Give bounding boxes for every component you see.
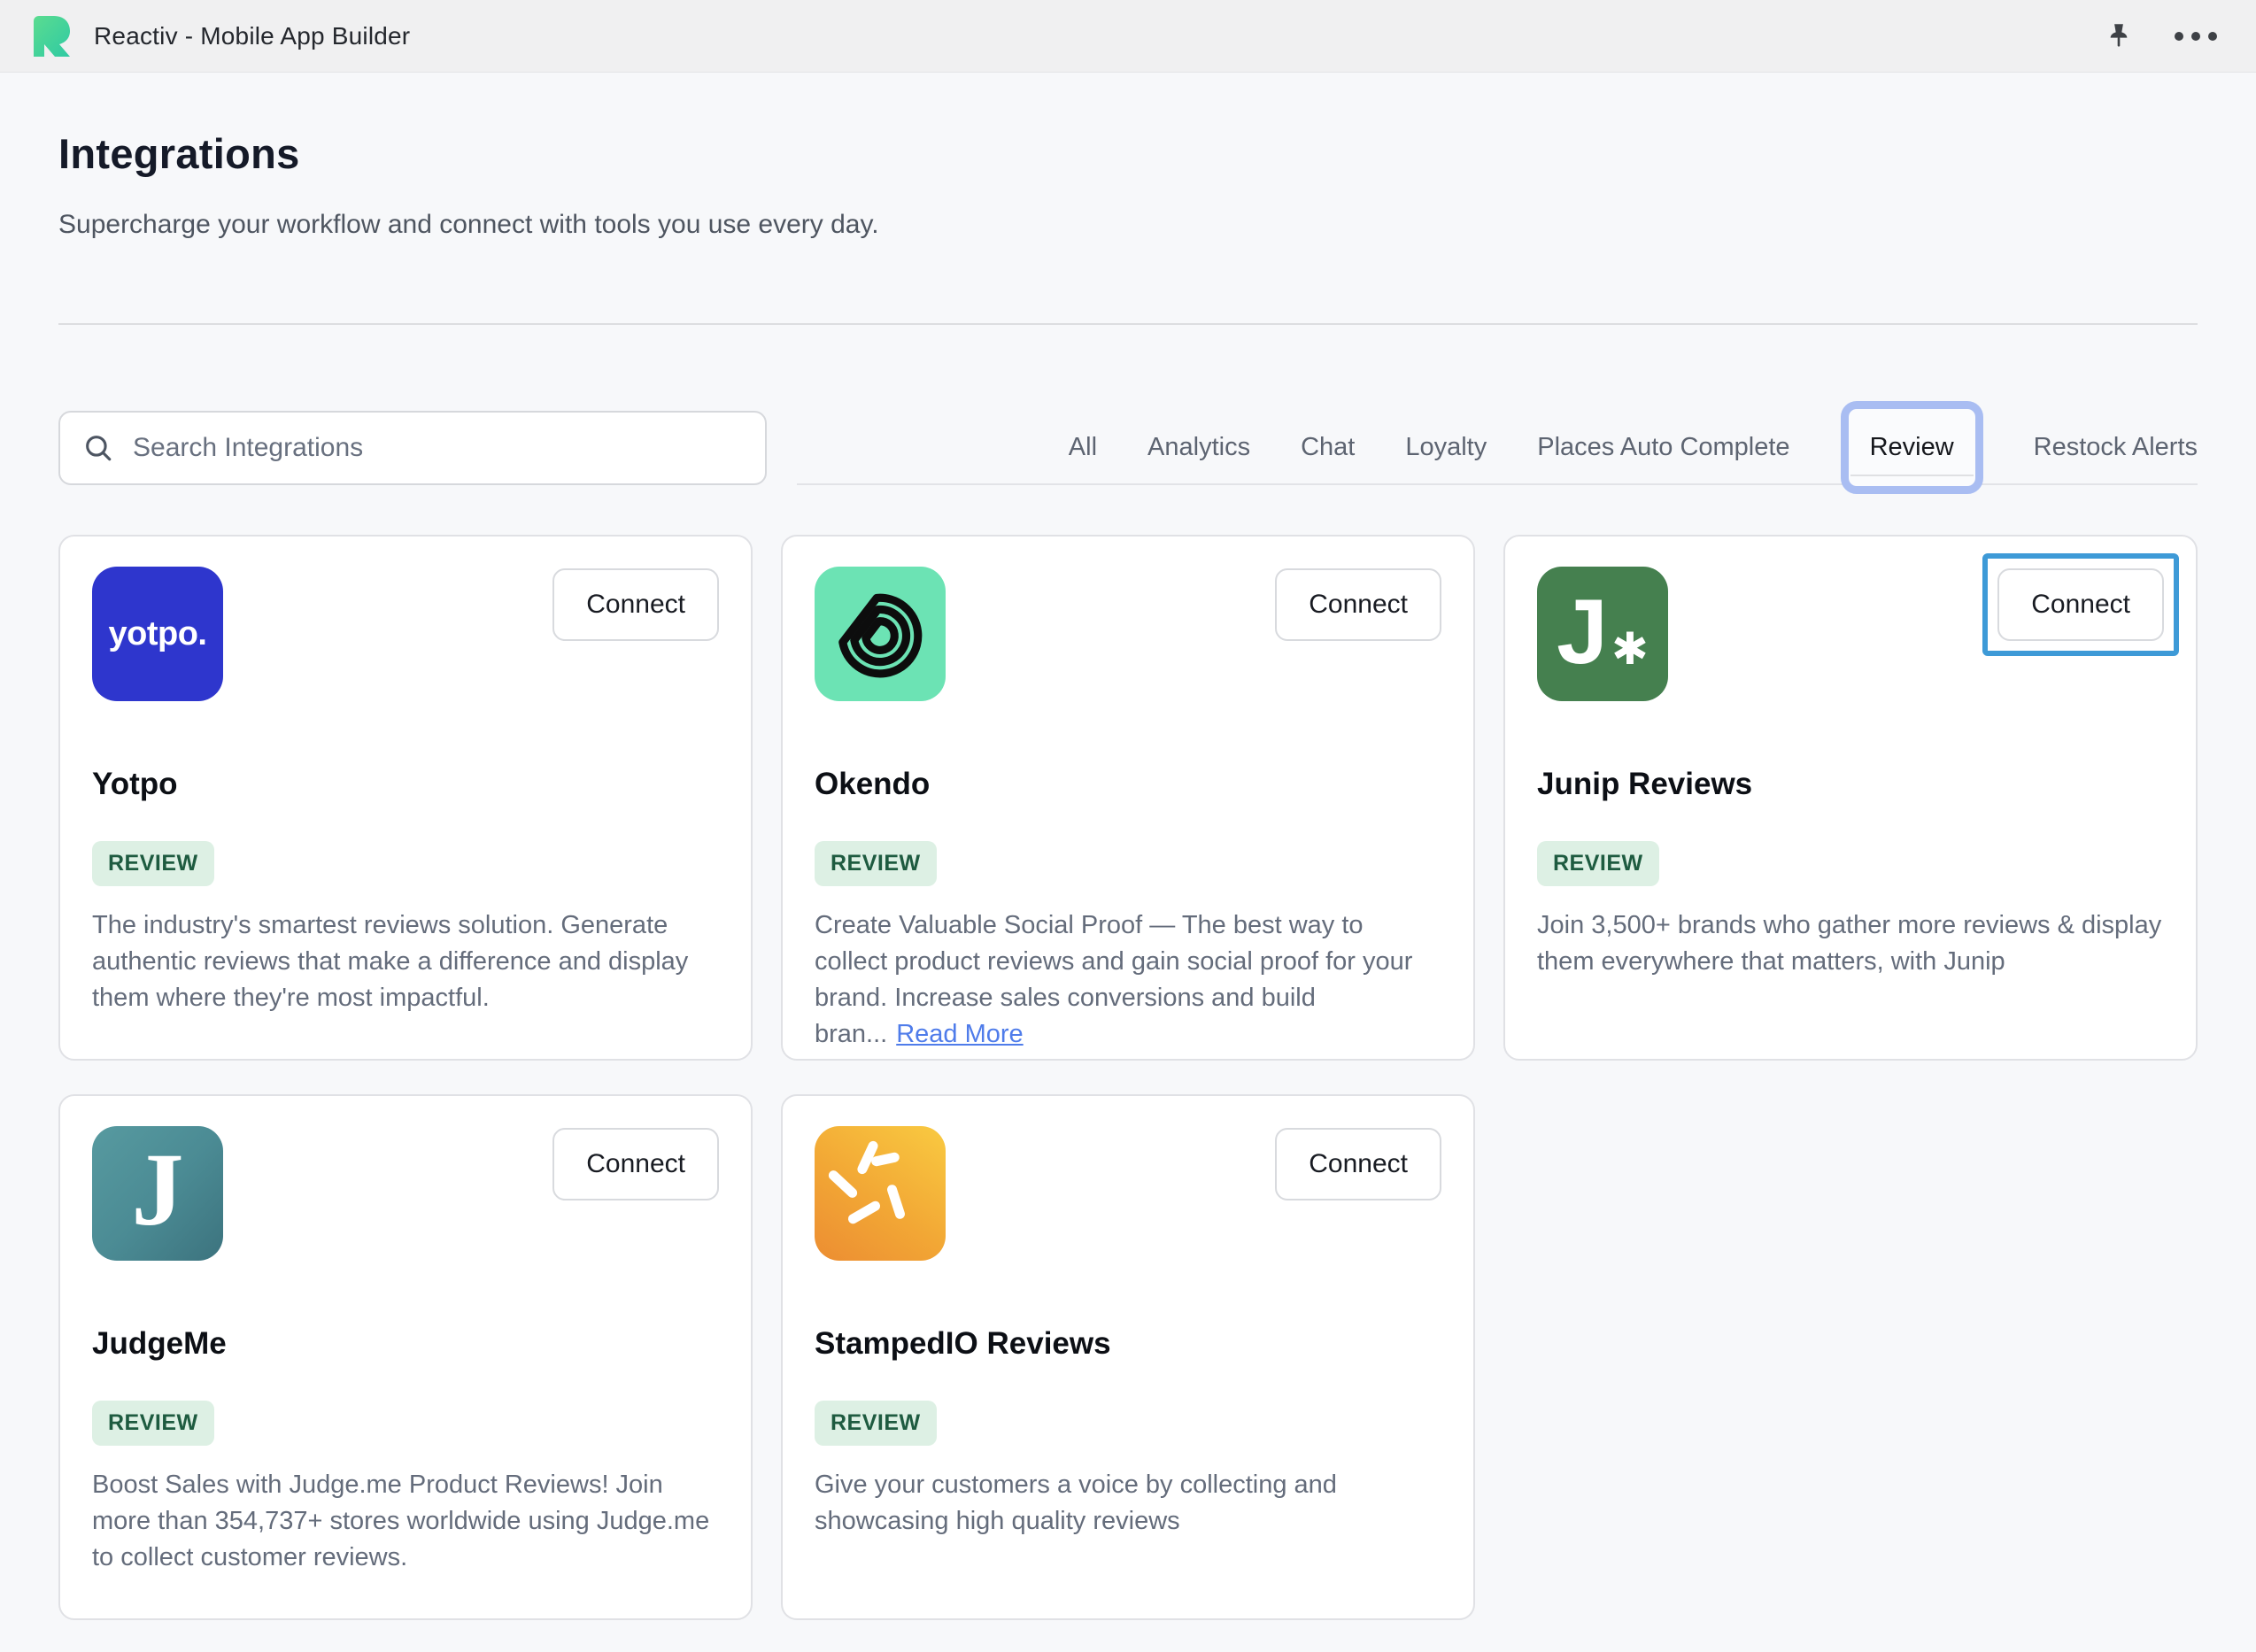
category-badge: REVIEW <box>815 841 937 886</box>
integration-card-judgeme: J Connect JudgeMe REVIEW Boost Sales wit… <box>58 1094 753 1620</box>
integration-card-okendo: Connect Okendo REVIEW Create Valuable So… <box>781 535 1475 1061</box>
page-title: Integrations <box>58 129 2198 178</box>
more-options-icon[interactable] <box>2173 30 2219 42</box>
integration-name: Junip Reviews <box>1537 767 2164 802</box>
connect-button[interactable]: Connect <box>552 568 719 641</box>
integration-name: StampedIO Reviews <box>815 1326 1441 1362</box>
okendo-spiral-icon <box>833 587 927 681</box>
search-input[interactable] <box>131 432 742 464</box>
integration-logo: J✱ <box>1537 567 1668 701</box>
integration-card-yotpo: yotpo. Connect Yotpo REVIEW The industry… <box>58 535 753 1061</box>
junip-j-letter: J <box>1557 586 1608 678</box>
integration-description: Create Valuable Social Proof — The best … <box>815 907 1441 1053</box>
search-box <box>58 411 767 485</box>
integration-logo: yotpo. <box>92 567 223 701</box>
integration-name: Yotpo <box>92 767 719 802</box>
connect-button-wrap: Connect <box>552 1128 719 1200</box>
connect-button[interactable]: Connect <box>552 1128 719 1200</box>
junip-asterisk: ✱ <box>1611 627 1649 671</box>
section-divider <box>58 323 2198 325</box>
integration-description: Give your customers a voice by collectin… <box>815 1467 1441 1540</box>
tab-all[interactable]: All <box>1069 433 1097 462</box>
tab-chat[interactable]: Chat <box>1301 433 1355 462</box>
tab-loyalty[interactable]: Loyalty <box>1405 433 1487 462</box>
connect-button[interactable]: Connect <box>1275 568 1441 641</box>
integration-description: The industry's smartest reviews solution… <box>92 907 719 1016</box>
tab-analytics[interactable]: Analytics <box>1147 433 1250 462</box>
category-badge: REVIEW <box>815 1401 937 1446</box>
app-window: Reactiv - Mobile App Builder Integration… <box>0 0 2256 1620</box>
integration-description: Join 3,500+ brands who gather more revie… <box>1537 907 2164 980</box>
window-titlebar: Reactiv - Mobile App Builder <box>0 0 2256 73</box>
window-title: Reactiv - Mobile App Builder <box>94 22 410 50</box>
app-brand: Reactiv - Mobile App Builder <box>30 14 410 58</box>
tab-places-auto-complete[interactable]: Places Auto Complete <box>1537 433 1789 462</box>
integration-card-stamped: Connect StampedIO Reviews REVIEW Give yo… <box>781 1094 1475 1620</box>
judgeme-j-letter: J <box>132 1138 184 1242</box>
integration-name: JudgeMe <box>92 1326 719 1362</box>
page-subtitle: Supercharge your workflow and connect wi… <box>58 210 2198 240</box>
connect-button-wrap: Connect <box>1982 553 2179 656</box>
category-badge: REVIEW <box>1537 841 1659 886</box>
integration-logo: J <box>92 1126 223 1261</box>
integration-logo <box>815 567 946 701</box>
integration-name: Okendo <box>815 767 1441 802</box>
category-tabs: All Analytics Chat Loyalty Places Auto Compl… <box>797 411 2198 485</box>
yotpo-wordmark: yotpo. <box>109 615 207 653</box>
connect-button-wrap: Connect <box>1275 1128 1441 1200</box>
integration-description: Boost Sales with Judge.me Product Review… <box>92 1467 719 1576</box>
titlebar-actions <box>2104 21 2226 51</box>
integrations-grid: yotpo. Connect Yotpo REVIEW The industry… <box>58 535 2198 1620</box>
connect-button-wrap: Connect <box>552 568 719 641</box>
integration-card-junip: J✱ Connect Junip Reviews REVIEW Join 3,5… <box>1503 535 2198 1061</box>
connect-button-wrap: Connect <box>1275 568 1441 641</box>
connect-button[interactable]: Connect <box>1997 568 2164 641</box>
search-icon <box>83 433 113 463</box>
category-badge: REVIEW <box>92 841 214 886</box>
tab-review[interactable]: Review <box>1841 401 1983 494</box>
tab-restock-alerts[interactable]: Restock Alerts <box>2034 433 2198 462</box>
controls-row: All Analytics Chat Loyalty Places Auto Compl… <box>58 411 2198 485</box>
integrations-page: Integrations Supercharge your workflow a… <box>0 129 2256 1620</box>
category-badge: REVIEW <box>92 1401 214 1446</box>
read-more-link[interactable]: Read More <box>896 1020 1023 1048</box>
connect-button[interactable]: Connect <box>1275 1128 1441 1200</box>
integration-logo <box>815 1126 946 1261</box>
reactiv-logo-icon <box>30 14 73 58</box>
pin-icon[interactable] <box>2104 21 2134 51</box>
